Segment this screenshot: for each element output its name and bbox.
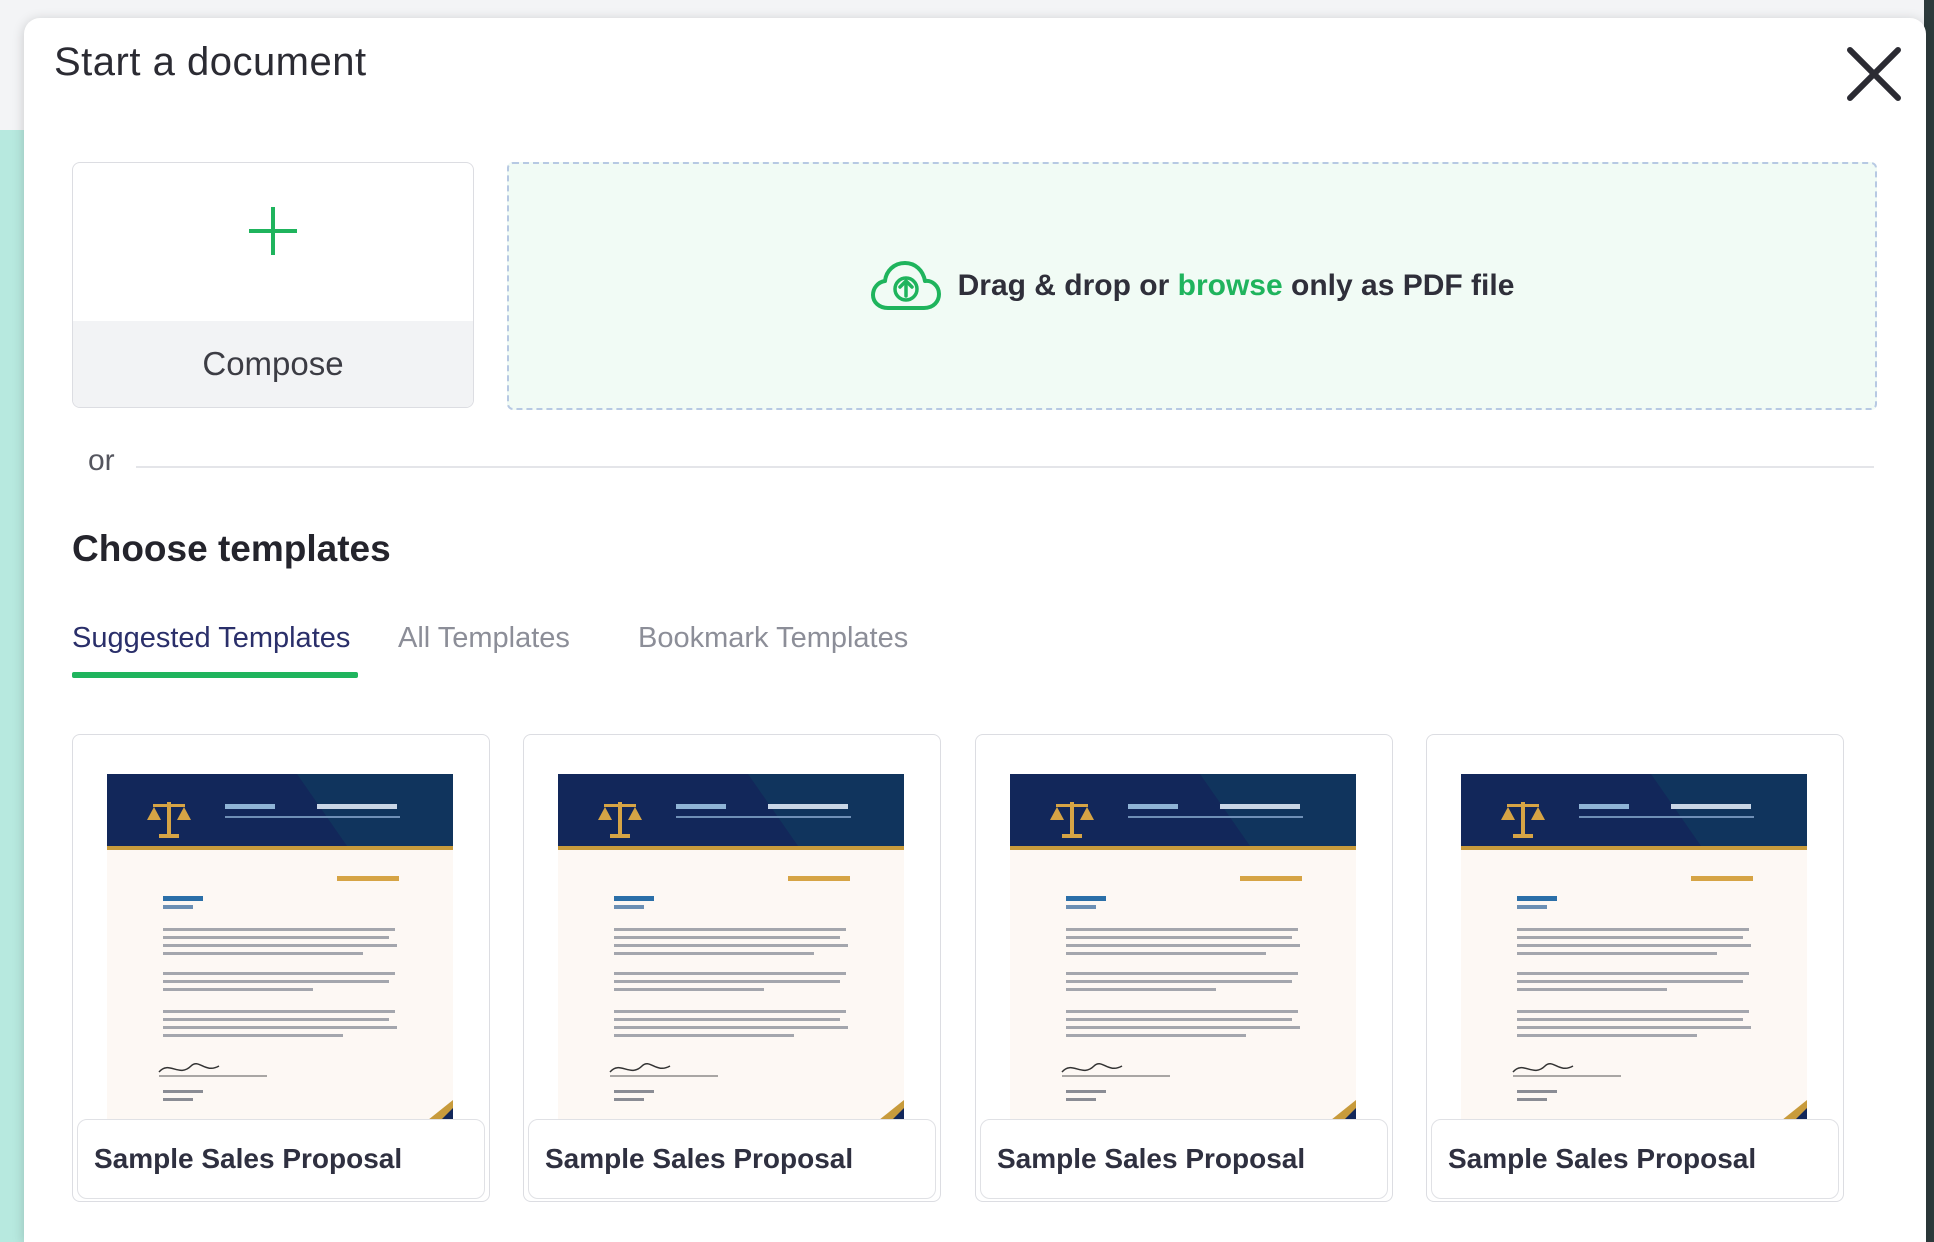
active-tab-indicator [72,672,358,678]
template-title: Sample Sales Proposal [980,1119,1388,1199]
dropzone-text-before: Drag & drop or [957,269,1170,302]
tab-suggested-templates[interactable]: Suggested Templates [72,622,350,655]
template-card[interactable]: Sample Sales Proposal [1426,734,1844,1202]
pdf-dropzone[interactable]: Drag & drop or browse only as PDF file [507,162,1877,410]
template-thumbnail [1010,774,1356,1124]
choose-templates-heading: Choose templates [72,528,391,569]
dropzone-text: Drag & drop or browse only as PDF file [958,269,1515,303]
template-thumbnail [107,774,453,1124]
template-title: Sample Sales Proposal [528,1119,936,1199]
cloud-upload-icon [870,261,941,310]
browse-link[interactable]: browse [1178,269,1283,302]
modal-title: Start a document [54,40,367,84]
tab-all-templates[interactable]: All Templates [398,622,570,655]
template-title: Sample Sales Proposal [1431,1119,1839,1199]
start-document-modal: Start a document Compose Drag & drop or … [24,18,1926,1242]
close-button[interactable] [1844,44,1904,104]
template-card[interactable]: Sample Sales Proposal [975,734,1393,1202]
template-thumbnail [1461,774,1807,1124]
template-card[interactable]: Sample Sales Proposal [523,734,941,1202]
close-icon [1847,47,1901,101]
template-title: Sample Sales Proposal [77,1119,485,1199]
plus-icon [249,207,297,255]
template-card[interactable]: Sample Sales Proposal [72,734,490,1202]
dropzone-text-after: only as PDF file [1291,269,1515,302]
compose-label: Compose [73,321,473,407]
compose-button[interactable]: Compose [72,162,474,408]
divider-line [136,466,1874,468]
tab-bookmark-templates[interactable]: Bookmark Templates [638,622,908,655]
or-divider-label: or [88,444,115,477]
template-thumbnail [558,774,904,1124]
